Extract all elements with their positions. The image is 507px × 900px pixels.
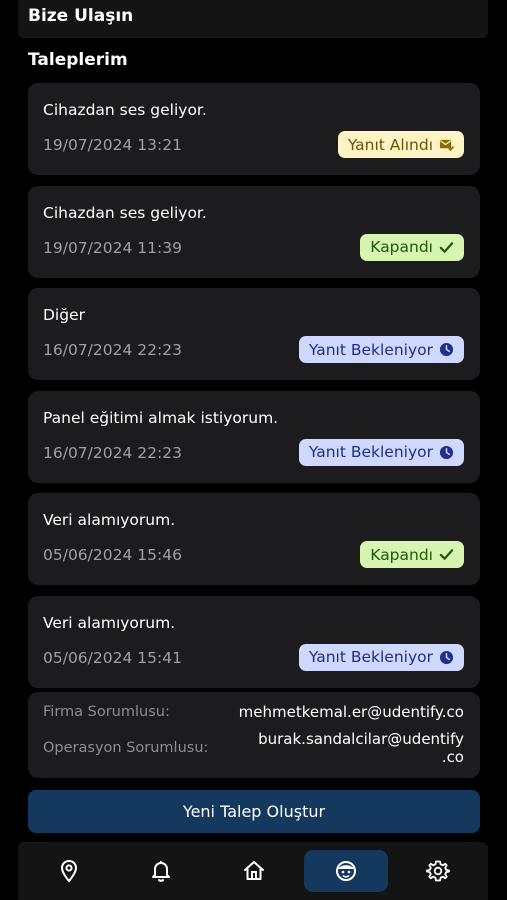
contacts-card: Firma Sorumlusu: mehmetkemal.er@udentify…: [28, 692, 480, 778]
status-label: Yanıt Bekleniyor: [308, 340, 433, 359]
firm-contact-label: Firma Sorumlusu:: [43, 704, 170, 720]
status-label: Yanıt Alındı: [347, 135, 433, 154]
clock-icon: [439, 445, 454, 459]
request-title: Cihazdan ses geliyor.: [43, 101, 207, 119]
status-badge: Yanıt Bekleniyor: [298, 336, 464, 364]
nav-item-map[interactable]: [27, 850, 111, 892]
request-card[interactable]: Cihazdan ses geliyor. 19/07/2024 11:39 K…: [28, 185, 480, 278]
home-icon: [244, 861, 264, 880]
request-card[interactable]: Panel eğitimi almak istiyorum. 16/07/202…: [28, 390, 480, 483]
request-date: 05/06/2024 15:41: [43, 648, 182, 667]
status-label: Yanıt Bekleniyor: [308, 443, 433, 462]
request-date: 19/07/2024 13:21: [43, 136, 182, 154]
request-list: Cihazdan ses geliyor. 19/07/2024 13:21 Y…: [28, 83, 480, 699]
bell-icon: [152, 861, 170, 882]
request-title: Diğer: [43, 306, 85, 325]
ops-email-line1: burak.sandalcilar@udentify: [258, 730, 464, 748]
request-card[interactable]: Diğer 16/07/2024 22:23 Yanıt Bekleniyor: [28, 288, 480, 381]
status-label: Kapandı: [370, 238, 433, 257]
ops-email-line2: .co: [441, 748, 464, 766]
status-badge: Yanıt Bekleniyor: [298, 438, 464, 466]
status-label: Yanıt Bekleniyor: [308, 648, 433, 667]
gear-icon: [426, 860, 450, 882]
section-title: Taleplerim: [28, 50, 128, 70]
request-date: 16/07/2024 22:23: [43, 341, 182, 360]
nav-item-support[interactable]: [304, 850, 388, 892]
firm-contact-email[interactable]: mehmetkemal.er@udentify.co: [239, 703, 464, 721]
nav-item-notifications[interactable]: [119, 850, 203, 892]
mail-check-icon: [439, 139, 454, 152]
nav-item-home[interactable]: [212, 850, 296, 892]
check-icon: [439, 241, 454, 253]
request-date: 05/06/2024 15:46: [43, 546, 182, 565]
status-badge: Yanıt Alındı: [337, 131, 464, 158]
support-face-icon: [336, 861, 356, 881]
request-card[interactable]: Cihazdan ses geliyor. 19/07/2024 13:21 Y…: [28, 83, 480, 175]
new-request-button[interactable]: Yeni Talep Oluştur: [28, 790, 480, 833]
status-label: Kapandı: [370, 545, 433, 564]
request-title: Cihazdan ses geliyor.: [43, 203, 207, 222]
request-title: Panel eğitimi almak istiyorum.: [43, 408, 279, 427]
status-badge: Kapandı: [360, 541, 464, 569]
check-icon: [439, 549, 454, 561]
request-date: 16/07/2024 22:23: [43, 443, 182, 462]
request-title: Veri alamıyorum.: [43, 613, 176, 632]
map-pin-icon: [60, 859, 78, 883]
request-card[interactable]: Veri alamıyorum. 05/06/2024 15:41 Yanıt …: [28, 595, 480, 688]
page-title: Bize Ulaşın: [28, 6, 134, 26]
top-bar: Bize Ulaşın: [18, 0, 488, 38]
request-date: 19/07/2024 11:39: [43, 238, 182, 257]
nav-item-settings[interactable]: [396, 850, 480, 892]
status-badge: Kapandı: [360, 233, 464, 261]
ops-contact-label: Operasyon Sorumlusu:: [43, 740, 209, 756]
request-title: Veri alamıyorum.: [43, 511, 176, 530]
ops-contact-email[interactable]: burak.sandalcilar@udentify .co: [258, 730, 464, 766]
clock-icon: [439, 650, 454, 665]
request-card[interactable]: Veri alamıyorum. 05/06/2024 15:46 Kapand…: [28, 493, 480, 586]
status-badge: Yanıt Bekleniyor: [298, 643, 464, 671]
clock-icon: [439, 343, 454, 357]
bottom-nav: [18, 842, 488, 900]
